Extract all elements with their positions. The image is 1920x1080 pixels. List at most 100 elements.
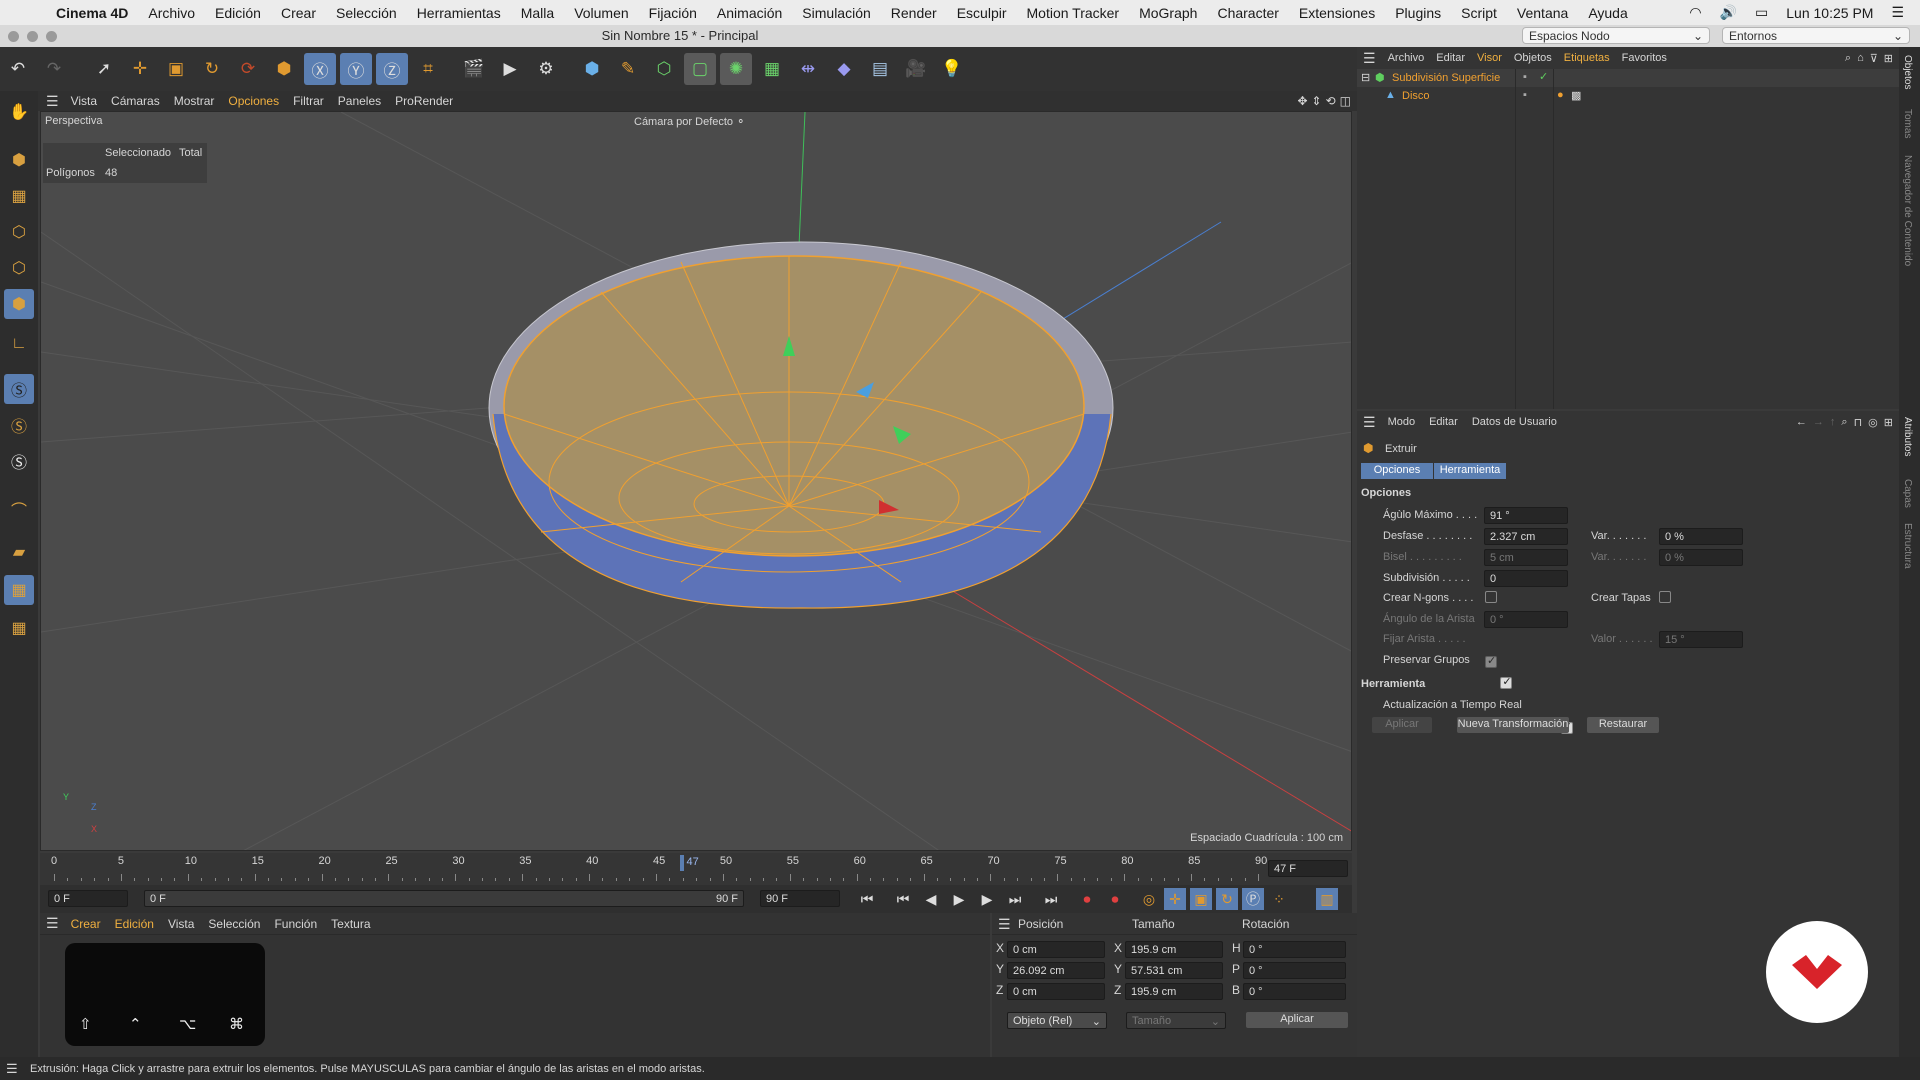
key-rotation-icon[interactable]: ↻ — [1216, 888, 1238, 910]
obj-menu-favoritos[interactable]: Favoritos — [1622, 52, 1667, 64]
floor-icon[interactable]: ▤ — [864, 53, 896, 85]
recent-tools-icon[interactable]: ⟳ — [232, 53, 264, 85]
timeline-ruler[interactable]: 0 5 10 15 20 25 30 35 40 45 50 55 60 65 70 75 80 85 90 47 … — [40, 853, 1352, 885]
make-editable-icon[interactable]: ✋ — [4, 97, 34, 127]
wifi-icon[interactable]: ◠ — [1689, 4, 1701, 21]
side-tab-objetos[interactable]: Objetos — [1902, 55, 1913, 89]
camera-icon[interactable]: 🎥 — [900, 53, 932, 85]
position-field[interactable]: 26.092 cm — [1007, 962, 1105, 979]
vp-menu-paneles[interactable]: Paneles — [338, 94, 381, 108]
key-param-icon[interactable]: Ⓟ — [1242, 888, 1264, 910]
select-tool-icon[interactable]: ➚ — [88, 53, 120, 85]
create-ngons-checkbox[interactable] — [1485, 591, 1497, 603]
object-name[interactable]: Subdivisión Superficie — [1392, 72, 1500, 84]
position-field[interactable]: 0 cm — [1007, 983, 1105, 1000]
menu-esculpir[interactable]: Esculpir — [947, 5, 1017, 21]
menu-edicion[interactable]: Edición — [205, 5, 271, 21]
redo-icon[interactable]: ↷ — [38, 53, 70, 85]
menu-script[interactable]: Script — [1451, 5, 1507, 21]
position-field[interactable]: 0 cm — [1007, 941, 1105, 958]
visibility-icon[interactable]: ▪ — [1523, 89, 1527, 101]
next-key-icon[interactable]: ⏭ — [1004, 888, 1026, 910]
planar-workplane-icon[interactable]: ▦ — [4, 613, 34, 643]
camera-label[interactable]: Cámara por Defecto ⚬ — [634, 115, 745, 128]
offset-field[interactable]: 2.327 cm — [1484, 528, 1568, 545]
collapse-icon[interactable]: ⊟ — [1361, 71, 1370, 84]
undo-icon[interactable]: ↶ — [2, 53, 34, 85]
auto-key-icon[interactable]: ⏺ — [1104, 888, 1126, 910]
new-transform-button[interactable]: Nueva Transformación — [1457, 717, 1569, 733]
rotation-field[interactable]: 0 ° — [1243, 983, 1346, 1000]
fix-edge-checkbox[interactable] — [1485, 654, 1497, 668]
playhead[interactable] — [680, 855, 685, 871]
scale-tool-icon[interactable]: ▣ — [160, 53, 192, 85]
magnet-icon[interactable]: ⌒ — [4, 494, 34, 524]
subdivision-icon[interactable]: ▢ — [684, 53, 716, 85]
side-tab-tomas[interactable]: Tomas — [1902, 109, 1913, 138]
goto-start-icon[interactable]: ⏮ — [856, 888, 878, 910]
menu-extensiones[interactable]: Extensiones — [1289, 5, 1385, 21]
vp-menu-opciones[interactable]: Opciones — [228, 94, 279, 108]
cube-icon[interactable]: ⬢ — [576, 53, 608, 85]
menu-malla[interactable]: Malla — [511, 5, 564, 21]
menu-fijacion[interactable]: Fijación — [639, 5, 707, 21]
home-icon[interactable]: ⌂ — [1857, 52, 1864, 64]
phong-tag-icon[interactable]: ● — [1557, 89, 1564, 101]
render-settings-icon[interactable]: ⚙ — [530, 53, 562, 85]
current-frame-field[interactable]: 47 F — [1268, 860, 1348, 877]
hamburger-icon[interactable]: ☰ — [1363, 414, 1376, 431]
timeline-window-icon[interactable]: ▥ — [1316, 888, 1338, 910]
side-tab-estructura[interactable]: Estructura — [1902, 523, 1913, 569]
bevel-field[interactable]: 5 cm — [1484, 549, 1568, 566]
settings-icon[interactable]: ◎ — [1868, 416, 1878, 429]
offset-var-field[interactable]: 0 % — [1659, 528, 1743, 545]
value-field[interactable]: 15 ° — [1659, 631, 1743, 648]
hamburger-icon[interactable]: ☰ — [46, 915, 59, 932]
rotation-field[interactable]: 0 ° — [1243, 962, 1346, 979]
edge-angle-field[interactable]: 0 ° — [1484, 611, 1568, 628]
size-field[interactable]: 195.9 cm — [1125, 941, 1223, 958]
coord-mode-select[interactable]: Objeto (Rel) ⌄ — [1007, 1012, 1107, 1029]
layout-select[interactable]: Espacios Nodo ⌄ — [1522, 27, 1710, 44]
size-mode-select[interactable]: Tamaño ⌄ — [1126, 1012, 1226, 1029]
axis-x-icon[interactable]: Ⓧ — [304, 53, 336, 85]
menu-ventana[interactable]: Ventana — [1507, 5, 1578, 21]
menu-character[interactable]: Character — [1207, 5, 1288, 21]
coord-apply-button[interactable]: Aplicar — [1246, 1012, 1348, 1028]
viewport[interactable]: Perspectiva Cámara por Defecto ⚬ Selecci… — [40, 111, 1352, 851]
pan-view-icon[interactable]: ✥ — [1297, 94, 1307, 108]
attr-menu-datos-usuario[interactable]: Datos de Usuario — [1472, 416, 1557, 428]
attr-menu-modo[interactable]: Modo — [1388, 416, 1416, 428]
key-position-icon[interactable]: ✛ — [1164, 888, 1186, 910]
texture-mode-icon[interactable]: ▦ — [4, 181, 34, 211]
menu-volumen[interactable]: Volumen — [564, 5, 638, 21]
axis-mode-icon[interactable]: ∟ — [4, 329, 34, 359]
bowl-inner-surface[interactable] — [503, 255, 1085, 557]
quantize-icon[interactable]: Ⓢ — [4, 446, 34, 476]
play-icon[interactable]: ▶ — [948, 888, 970, 910]
range-slider[interactable]: 0 F 90 F — [144, 890, 744, 907]
texture-tag-icon[interactable]: ▩ — [1571, 89, 1581, 102]
start-frame-field[interactable]: 0 F — [48, 890, 128, 907]
record-icon[interactable]: ⏺ — [1076, 888, 1098, 910]
key-pla-icon[interactable]: ⁘ — [1268, 888, 1290, 910]
environment-select[interactable]: Entornos ⌄ — [1722, 27, 1910, 44]
mat-menu-edicion[interactable]: Edición — [115, 917, 154, 931]
next-frame-icon[interactable]: ▶ — [976, 888, 998, 910]
object-row[interactable]: ⊟ ⬢ Subdivisión Superficie ▪ ✓ — [1357, 69, 1899, 87]
edges-mode-icon[interactable]: ⬡ — [4, 253, 34, 283]
obj-menu-editar[interactable]: Editar — [1436, 52, 1465, 64]
axis-z-icon[interactable]: Ⓩ — [376, 53, 408, 85]
prev-key-icon[interactable]: ⏮ — [892, 888, 914, 910]
preserve-groups-checkbox[interactable] — [1500, 675, 1513, 689]
mat-menu-crear[interactable]: Crear — [71, 917, 101, 931]
size-field[interactable]: 195.9 cm — [1125, 983, 1223, 1000]
obj-menu-objetos[interactable]: Objetos — [1514, 52, 1552, 64]
snap-icon[interactable]: Ⓢ — [4, 374, 34, 404]
rotate-tool-icon[interactable]: ↻ — [196, 53, 228, 85]
tab-opciones[interactable]: Opciones — [1361, 463, 1433, 479]
object-row[interactable]: ▲ Disco ▪ ● ▩ — [1357, 87, 1899, 105]
object-tool-icon[interactable]: ⬢ — [268, 53, 300, 85]
lock-icon[interactable]: ⊓ — [1854, 416, 1863, 429]
hamburger-icon[interactable]: ☰ — [998, 916, 1011, 933]
